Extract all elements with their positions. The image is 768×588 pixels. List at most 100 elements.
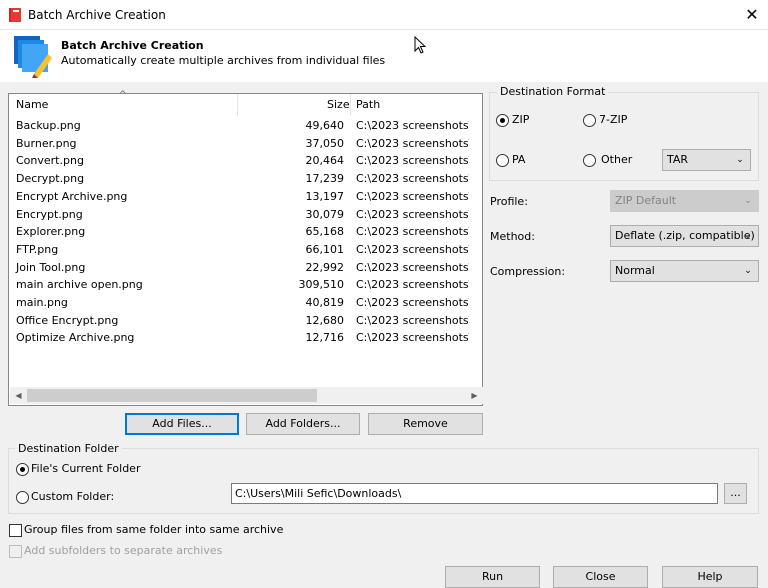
- 7zip-label[interactable]: 7-ZIP: [599, 113, 627, 126]
- file-path-cell: C:\2023 screenshots\: [356, 189, 469, 203]
- archive-app-icon: [9, 8, 21, 22]
- file-name-cell: Backup.png: [16, 119, 81, 132]
- run-button[interactable]: Run: [445, 566, 540, 588]
- file-size-cell: 40,819: [305, 296, 345, 309]
- file-name-cell: main.png: [16, 296, 68, 309]
- file-size-cell: 17,239: [305, 172, 345, 186]
- scroll-left-icon[interactable]: ◀: [10, 387, 27, 404]
- add-folders-button[interactable]: Add Folders...: [246, 413, 360, 435]
- chevron-down-icon: ⌄: [744, 266, 752, 276]
- column-divider[interactable]: [350, 94, 351, 116]
- file-path-cell: C:\2023 screenshots\: [356, 331, 469, 345]
- file-path-cell: C:\2023 screenshots\: [356, 278, 469, 292]
- current-folder-label[interactable]: File's Current Folder: [31, 462, 140, 475]
- table-row[interactable]: Optimize Archive.png 12,716 C:\2023 screen…: [9, 329, 482, 347]
- close-button[interactable]: Close: [553, 566, 648, 588]
- table-row[interactable]: Convert.png 20,464 C:\2023 screenshots\: [9, 152, 482, 170]
- scrollbar-thumb[interactable]: [27, 389, 317, 402]
- table-row[interactable]: main.png 40,819 C:\2023 screenshots\: [9, 294, 482, 312]
- file-name-cell: Optimize Archive.png: [16, 331, 135, 345]
- zip-radio[interactable]: [496, 114, 509, 127]
- table-row[interactable]: Decrypt.png 17,239 C:\2023 screenshots\: [9, 170, 482, 188]
- file-path-cell: C:\2023 screenshots\: [356, 296, 469, 309]
- destination-format-label: Destination Format: [497, 85, 609, 98]
- horizontal-scrollbar[interactable]: ◀ ▶: [10, 387, 483, 404]
- add-files-button[interactable]: Add Files...: [125, 413, 239, 435]
- file-path-cell: C:\2023 screenshots\: [356, 260, 469, 274]
- custom-folder-radio[interactable]: [16, 491, 29, 504]
- file-name-cell: Encrypt Archive.png: [16, 189, 128, 203]
- file-list[interactable]: ^ Name Size Path Backup.png 49,640 C:\2023…: [8, 90, 483, 406]
- other-format-value: TAR: [667, 153, 689, 166]
- browse-folder-button[interactable]: ...: [724, 483, 747, 504]
- zip-label[interactable]: ZIP: [512, 113, 529, 126]
- column-header-name[interactable]: Name: [16, 94, 48, 116]
- group-files-checkbox[interactable]: [9, 524, 22, 537]
- file-size-cell: 12,680: [305, 313, 345, 327]
- header-title: Batch Archive Creation: [61, 39, 204, 52]
- other-radio[interactable]: [583, 154, 596, 167]
- other-format-dropdown[interactable]: TAR ⌄: [662, 149, 751, 171]
- file-name-cell: FTP.png: [16, 242, 59, 256]
- remove-button[interactable]: Remove: [368, 413, 483, 435]
- 7zip-radio[interactable]: [583, 114, 596, 127]
- file-name-cell: Join Tool.png: [16, 260, 86, 274]
- current-folder-radio[interactable]: [16, 463, 29, 476]
- dialog-header: Batch Archive Creation Automatically cre…: [0, 30, 768, 82]
- table-row[interactable]: Backup.png 49,640 C:\2023 screenshots\: [9, 117, 482, 135]
- destination-folder-group: [8, 448, 759, 514]
- file-size-cell: 22,992: [305, 260, 345, 274]
- file-name-cell: Decrypt.png: [16, 172, 85, 186]
- custom-folder-label[interactable]: Custom Folder:: [31, 490, 114, 503]
- table-row[interactable]: Encrypt Archive.png 13,197 C:\2023 screens…: [9, 188, 482, 206]
- file-path-cell: C:\2023 screenshots\: [356, 172, 469, 186]
- file-size-cell: 20,464: [305, 154, 345, 168]
- pa-radio[interactable]: [496, 154, 509, 167]
- file-size-cell: 66,101: [305, 242, 345, 256]
- file-size-cell: 12,716: [305, 331, 345, 345]
- file-name-cell: main archive open.png: [16, 278, 143, 292]
- column-header-path[interactable]: Path: [356, 94, 380, 116]
- pa-label[interactable]: PA: [512, 153, 525, 166]
- file-size-cell: 30,079: [305, 207, 345, 221]
- table-row[interactable]: main archive open.png 309,510 C:\2023 scre…: [9, 276, 482, 294]
- file-name-cell: Convert.png: [16, 154, 84, 168]
- mouse-cursor-icon: [414, 36, 426, 54]
- profile-value: ZIP Default: [615, 194, 677, 207]
- file-size-cell: 13,197: [305, 189, 345, 203]
- file-size-cell: 37,050: [305, 136, 345, 150]
- file-size-cell: 309,510: [298, 278, 345, 292]
- table-row[interactable]: Join Tool.png 22,992 C:\2023 screenshots\: [9, 259, 482, 277]
- method-label: Method:: [490, 230, 535, 243]
- chevron-down-icon: ⌄: [736, 155, 744, 165]
- table-row[interactable]: Encrypt.png 30,079 C:\2023 screenshots\: [9, 206, 482, 224]
- chevron-down-icon: ⌄: [744, 196, 752, 206]
- file-name-cell: Office Encrypt.png: [16, 313, 119, 327]
- group-files-label[interactable]: Group files from same folder into same a…: [24, 523, 283, 536]
- column-divider[interactable]: [237, 94, 238, 116]
- batch-archive-icon: [14, 36, 52, 78]
- table-row[interactable]: FTP.png 66,101 C:\2023 screenshots\: [9, 241, 482, 259]
- file-path-cell: C:\2023 screenshots\: [356, 119, 469, 132]
- chevron-down-icon: ⌄: [744, 231, 752, 241]
- destination-folder-label: Destination Folder: [15, 442, 122, 455]
- other-label[interactable]: Other: [601, 153, 632, 166]
- compression-value: Normal: [615, 264, 655, 277]
- file-name-cell: Explorer.png: [16, 225, 86, 239]
- table-row[interactable]: Office Encrypt.png 12,680 C:\2023 screensh…: [9, 312, 482, 330]
- window-title: Batch Archive Creation: [28, 8, 166, 22]
- method-dropdown[interactable]: Deflate (.zip, compatible) ⌄: [610, 225, 759, 247]
- compression-label: Compression:: [490, 265, 566, 278]
- file-name-cell: Burner.png: [16, 136, 77, 150]
- scroll-right-icon[interactable]: ▶: [466, 387, 483, 404]
- table-row[interactable]: Explorer.png 65,168 C:\2023 screenshots\: [9, 223, 482, 241]
- column-header-size[interactable]: Size: [327, 94, 350, 116]
- file-size-cell: 49,640: [305, 119, 345, 132]
- file-path-cell: C:\2023 screenshots\: [356, 207, 469, 221]
- custom-folder-path-input[interactable]: C:\Users\Mili Sefic\Downloads\: [231, 483, 718, 504]
- table-row[interactable]: Burner.png 37,050 C:\2023 screenshots\: [9, 135, 482, 153]
- file-path-cell: C:\2023 screenshots\: [356, 242, 469, 256]
- compression-dropdown[interactable]: Normal ⌄: [610, 260, 759, 282]
- help-button[interactable]: Help: [662, 566, 758, 588]
- close-window-button[interactable]: ✕: [738, 2, 766, 28]
